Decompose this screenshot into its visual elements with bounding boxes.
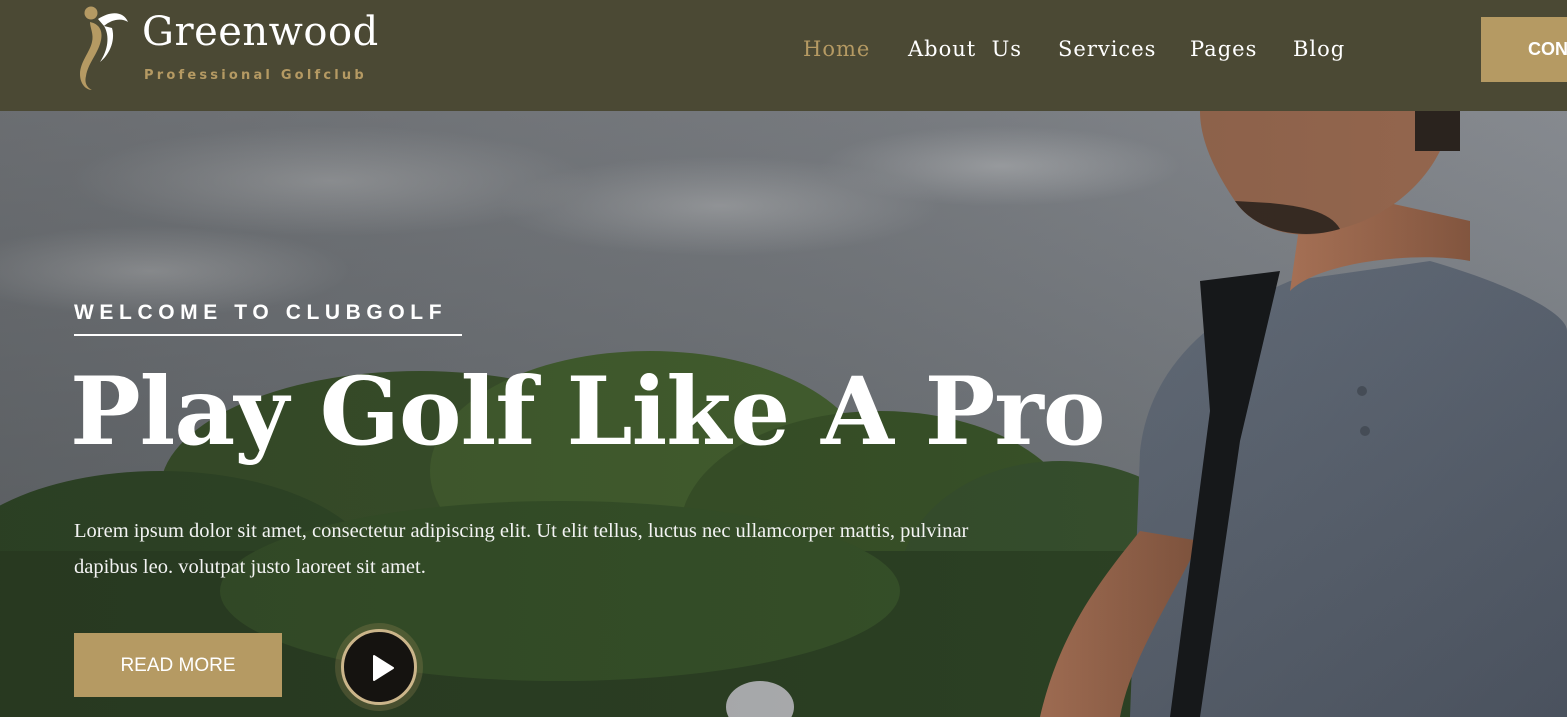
eyebrow-underline <box>74 334 462 336</box>
nav-blog[interactable]: Blog <box>1293 34 1345 64</box>
read-more-button[interactable]: READ MORE <box>74 633 282 697</box>
hero-section: WELCOME TO CLUBGOLF Play Golf Like A Pro… <box>0 111 1567 717</box>
play-video-button[interactable] <box>341 629 417 705</box>
hero-headline: Play Golf Like A Pro <box>70 357 1106 467</box>
main-nav: Home About Us Services Pages Blog <box>0 34 1567 68</box>
nav-about-us[interactable]: About Us <box>908 34 1022 64</box>
nav-pages[interactable]: Pages <box>1190 34 1257 64</box>
hero-eyebrow: WELCOME TO CLUBGOLF <box>74 301 448 324</box>
site-header: Greenwood Professional Golfclub Home Abo… <box>0 0 1567 111</box>
nav-services[interactable]: Services <box>1058 34 1156 64</box>
brand-tagline: Professional Golfclub <box>144 68 367 83</box>
contact-button[interactable]: CON <box>1481 17 1567 82</box>
nav-home[interactable]: Home <box>803 34 870 64</box>
play-icon <box>373 655 394 681</box>
hero-lead-text: Lorem ipsum dolor sit amet, consectetur … <box>74 520 969 578</box>
